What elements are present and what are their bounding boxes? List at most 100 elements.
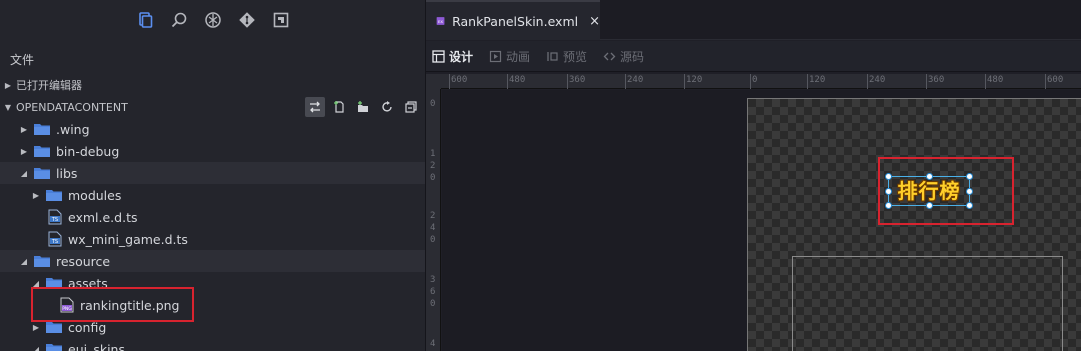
tree-label: .wing	[56, 121, 90, 137]
tree-label: modules	[68, 187, 122, 203]
ruler-tick	[449, 74, 450, 89]
debug-icon[interactable]	[203, 10, 223, 30]
mode-label: 动画	[506, 49, 531, 64]
ruler-label: 600	[1047, 75, 1064, 85]
refresh-icon[interactable]	[377, 97, 397, 117]
open-editors-section[interactable]: ▶ 已打开编辑器	[0, 74, 425, 96]
close-icon[interactable]: ×	[589, 14, 600, 29]
ruler-tick	[625, 74, 626, 89]
ruler-label: 360	[928, 75, 945, 85]
tree-file[interactable]: TS wx_mini_game.d.ts	[0, 228, 425, 250]
mode-label: 预览	[563, 49, 588, 64]
ruler-label: 1	[430, 149, 436, 159]
ruler-label: 240	[627, 75, 644, 85]
new-file-icon[interactable]	[329, 97, 349, 117]
chevron-right-icon: ▶	[20, 146, 28, 156]
tree-label: resource	[56, 253, 111, 269]
design-canvas[interactable]: 排行榜	[442, 90, 1081, 351]
typescript-file-icon: TS	[48, 231, 62, 247]
mode-label: 源码	[620, 49, 645, 64]
ruler-label: 0	[430, 235, 436, 245]
ruler-tick	[750, 74, 751, 89]
open-editors-label: 已打开编辑器	[16, 79, 82, 92]
tree-label: bin-debug	[56, 143, 120, 159]
code-icon	[603, 52, 616, 60]
ruler-label: 480	[987, 75, 1004, 85]
mode-label: 设计	[449, 49, 474, 64]
svg-text:TS: TS	[51, 239, 58, 245]
ruler-label: 0	[430, 299, 436, 309]
content-rect[interactable]	[792, 256, 1063, 351]
tab-bar: EX RankPanelSkin.exml ×	[426, 0, 1081, 40]
ruler-tick	[985, 74, 986, 89]
git-icon[interactable]	[237, 10, 257, 30]
ruler-label: 0	[430, 173, 436, 183]
svg-text:TS: TS	[51, 217, 58, 223]
ruler-tick	[867, 74, 868, 89]
mode-bar: 设计 动画 预览 源码	[426, 41, 1081, 72]
mode-animation[interactable]: 动画	[489, 48, 530, 65]
chevron-down-icon: ▼	[4, 102, 12, 112]
ruler-label: 480	[509, 75, 526, 85]
tree-folder[interactable]: ▶ bin-debug	[0, 140, 425, 162]
tree-folder[interactable]: ◢ eui_skins	[0, 338, 425, 351]
tree-folder[interactable]: ▶ .wing	[0, 118, 425, 140]
ruler-label: 4	[430, 339, 436, 349]
typescript-file-icon: TS	[48, 209, 62, 225]
ruler-label: 2	[430, 161, 436, 171]
tree-label: eui_skins	[68, 341, 125, 351]
tree-label: exml.e.d.ts	[68, 209, 138, 225]
folder-icon	[34, 168, 50, 179]
svg-text:EX: EX	[438, 19, 443, 24]
chevron-right-icon: ▶	[4, 80, 12, 90]
ruler-label: 120	[809, 75, 826, 85]
mode-source[interactable]: 源码	[603, 48, 644, 65]
exml-file-icon: EX	[436, 17, 445, 25]
ruler-label: 240	[869, 75, 886, 85]
new-folder-icon[interactable]	[353, 97, 373, 117]
editor-area: EX RankPanelSkin.exml × 设计 动画 预览 源码 600 4…	[425, 0, 1081, 351]
folder-icon	[34, 124, 50, 135]
chevron-down-icon: ◢	[20, 168, 28, 178]
toggle-icon[interactable]	[305, 97, 325, 117]
tree-folder[interactable]: ◢ libs	[0, 162, 425, 184]
ruler-corner	[426, 74, 441, 89]
files-icon[interactable]	[135, 10, 155, 30]
tree-folder[interactable]: ◢ resource	[0, 250, 425, 272]
chevron-down-icon: ◢	[32, 344, 40, 351]
animation-icon	[489, 50, 502, 62]
tree-file[interactable]: TS exml.e.d.ts	[0, 206, 425, 228]
ruler-tick	[807, 74, 808, 89]
chevron-right-icon: ▶	[32, 322, 40, 332]
vertical-ruler: 0 1 2 0 2 4 0 3 6 0 4	[426, 89, 441, 351]
explorer-title: 文件	[10, 53, 35, 67]
search-icon[interactable]	[169, 10, 189, 30]
explorer-toolbar	[305, 96, 421, 118]
ruler-tick	[926, 74, 927, 89]
mode-design[interactable]: 设计	[432, 48, 473, 65]
tree-folder[interactable]: ▶ modules	[0, 184, 425, 206]
folder-icon	[46, 190, 62, 201]
activity-bar	[0, 0, 425, 40]
collapse-icon[interactable]	[401, 97, 421, 117]
chevron-right-icon: ▶	[32, 190, 40, 200]
tab-rankpanelskin[interactable]: EX RankPanelSkin.exml ×	[426, 0, 600, 40]
ruler-label: 3	[430, 275, 436, 285]
folder-icon	[46, 322, 62, 333]
ruler-tick	[1045, 74, 1046, 89]
tree-label: wx_mini_game.d.ts	[68, 231, 188, 247]
preview-icon	[547, 51, 558, 61]
ruler-label: 6	[430, 287, 436, 297]
extensions-icon[interactable]	[271, 10, 291, 30]
tree-label: libs	[56, 165, 78, 181]
mode-preview[interactable]: 预览	[546, 48, 587, 65]
folder-icon	[46, 344, 62, 351]
project-label: OPENDATACONTENT	[16, 100, 128, 114]
ruler-label: 0	[752, 75, 758, 85]
folder-icon	[34, 146, 50, 157]
ruler-tick	[507, 74, 508, 89]
horizontal-ruler: 600 480 360 240 120 0 120 240 360 480 600	[441, 74, 1081, 89]
project-section[interactable]: ▼ OPENDATACONTENT	[0, 96, 425, 118]
design-icon	[432, 49, 445, 63]
ruler-label: 0	[430, 99, 436, 109]
